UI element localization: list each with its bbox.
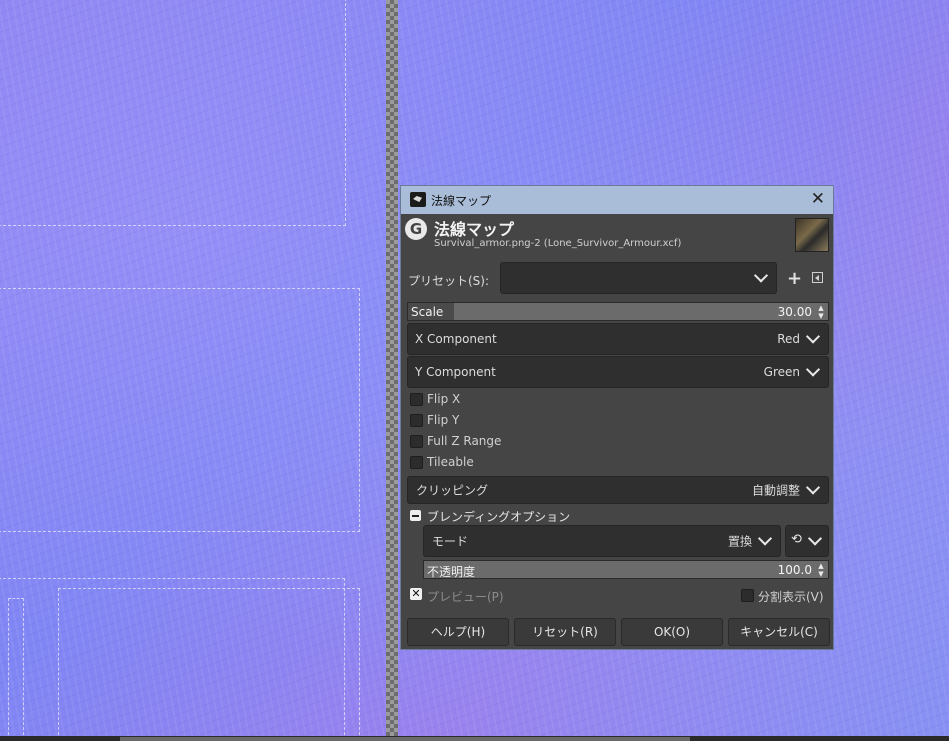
chevron-down-icon xyxy=(753,268,769,283)
full-z-range-label[interactable]: Full Z Range xyxy=(427,434,501,448)
preset-label: プリセット(S): xyxy=(408,274,490,288)
opacity-spinscale[interactable]: 不透明度 100.0 ▲ ▼ xyxy=(423,560,829,579)
uv-island-outline xyxy=(58,588,360,741)
up-arrow-icon[interactable]: ▲ xyxy=(816,304,826,312)
dialog-titlebar[interactable]: 法線マップ ✕ xyxy=(401,186,833,214)
mode-combo[interactable]: モード 置換 xyxy=(423,525,781,557)
gimp-logo-icon: G xyxy=(405,218,427,240)
scale-spinscale[interactable]: Scale 30.00 ▲ ▼ xyxy=(407,302,829,321)
composite-mode-combo[interactable]: ⟲ xyxy=(785,525,829,557)
preview-checkbox[interactable]: ✕ xyxy=(410,588,422,600)
opacity-stepper[interactable]: ▲ ▼ xyxy=(816,562,826,578)
chevron-down-icon xyxy=(807,531,823,546)
full-z-range-checkbox[interactable] xyxy=(410,435,423,448)
normal-map-dialog: 法線マップ ✕ G 法線マップ Survival_armor.png-2 (Lo… xyxy=(400,185,834,650)
scale-stepper[interactable]: ▲ ▼ xyxy=(816,304,826,320)
x-component-combo[interactable]: X Component Red xyxy=(407,323,829,355)
chevron-down-icon xyxy=(805,329,821,344)
y-component-value: Green xyxy=(763,365,800,379)
opacity-fill xyxy=(424,561,828,578)
flip-x-label[interactable]: Flip X xyxy=(427,392,460,406)
y-component-combo[interactable]: Y Component Green xyxy=(407,356,829,388)
gimp-app-icon xyxy=(410,192,426,207)
flip-y-checkbox[interactable] xyxy=(410,414,423,427)
composite-rotate-icon: ⟲ xyxy=(791,532,802,547)
scale-label: Scale xyxy=(411,305,444,319)
scrollbar-thumb[interactable] xyxy=(120,737,690,741)
collapse-icon[interactable] xyxy=(410,510,421,521)
tileable-label[interactable]: Tileable xyxy=(427,455,474,469)
uv-island-outline xyxy=(0,0,346,226)
mode-value: 置換 xyxy=(727,534,752,549)
tileable-checkbox[interactable] xyxy=(410,456,423,469)
chevron-down-icon xyxy=(805,480,821,495)
x-component-label: X Component xyxy=(415,332,497,346)
flip-x-checkbox[interactable] xyxy=(410,393,423,406)
clipping-value: 自動調整 xyxy=(751,483,800,498)
preset-menu-icon[interactable] xyxy=(812,272,823,283)
reset-button[interactable]: リセット(R) xyxy=(514,618,616,646)
scale-value: 30.00 xyxy=(777,305,812,319)
opacity-label: 不透明度 xyxy=(427,565,476,579)
preview-label[interactable]: プレビュー(P) xyxy=(427,588,504,605)
close-icon[interactable]: ✕ xyxy=(811,190,825,208)
down-arrow-icon[interactable]: ▼ xyxy=(816,570,826,578)
chevron-down-icon xyxy=(757,531,773,546)
preset-combo[interactable] xyxy=(500,262,777,294)
image-thumbnail xyxy=(795,218,829,252)
split-view-label[interactable]: 分割表示(V) xyxy=(758,588,824,605)
help-button[interactable]: ヘルプ(H) xyxy=(407,618,509,646)
filter-title: 法線マップ xyxy=(434,220,515,239)
cancel-button[interactable]: キャンセル(C) xyxy=(728,618,830,646)
down-arrow-icon[interactable]: ▼ xyxy=(816,312,826,320)
flip-y-label[interactable]: Flip Y xyxy=(427,413,459,427)
clipping-label: クリッピング xyxy=(416,483,489,498)
opacity-value: 100.0 xyxy=(777,563,812,577)
filter-header: G 法線マップ Survival_armor.png-2 (Lone_Survi… xyxy=(401,214,833,256)
up-arrow-icon[interactable]: ▲ xyxy=(816,562,826,570)
add-preset-icon[interactable]: + xyxy=(787,268,802,289)
transparency-checker-strip xyxy=(386,0,398,741)
chevron-down-icon xyxy=(805,362,821,377)
split-view-checkbox[interactable] xyxy=(741,589,754,602)
dialog-title: 法線マップ xyxy=(431,194,492,208)
clipping-combo[interactable]: クリッピング 自動調整 xyxy=(407,476,829,504)
blending-options-label[interactable]: ブレンディングオプション xyxy=(427,508,570,525)
uv-island-outline xyxy=(8,598,24,741)
ok-button[interactable]: OK(O) xyxy=(621,618,723,646)
uv-island-outline xyxy=(0,288,360,532)
x-component-value: Red xyxy=(777,332,800,346)
image-name: Survival_armor.png-2 (Lone_Survivor_Armo… xyxy=(434,238,682,249)
y-component-label: Y Component xyxy=(415,365,496,379)
mode-label: モード xyxy=(432,534,469,549)
